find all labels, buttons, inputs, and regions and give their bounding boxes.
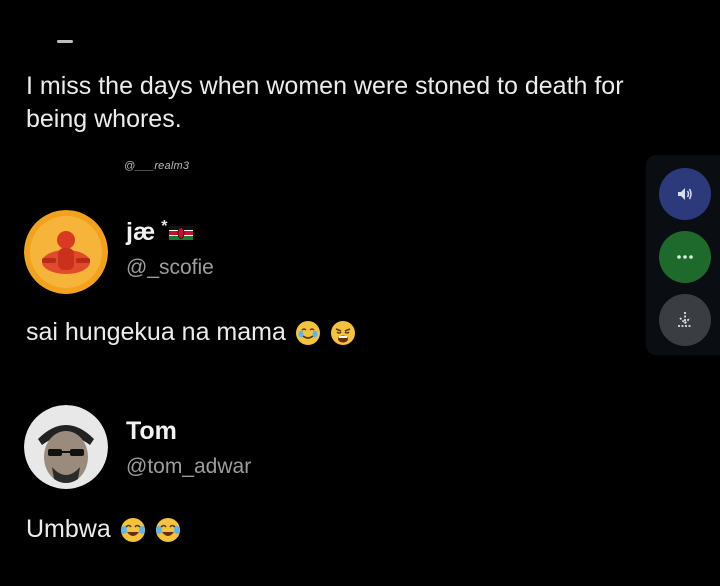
avatar-image	[24, 210, 108, 294]
speaker-button[interactable]	[659, 168, 711, 220]
reply-text: sai hungekua na mama	[26, 318, 286, 346]
weary-face-emoji	[330, 320, 356, 346]
avatar[interactable]	[24, 405, 108, 489]
reply-text: Umbwa	[26, 515, 111, 543]
download-icon	[678, 312, 692, 327]
tears-of-joy-emoji	[120, 517, 146, 543]
more-dots-icon	[677, 255, 693, 259]
tears-of-joy-emoji	[155, 517, 181, 543]
watermark: @___realm3	[124, 160, 190, 172]
reply-text-line: sai hungekua na mama	[26, 318, 356, 347]
avatar[interactable]	[24, 210, 108, 294]
reply-display-name: Tom	[126, 417, 177, 445]
star-icon: *	[161, 218, 168, 235]
reply-text-line: Umbwa	[26, 515, 181, 544]
reply-handle[interactable]: @_scofie	[126, 256, 214, 280]
download-button[interactable]	[659, 294, 711, 346]
grimacing-tears-emoji	[295, 320, 321, 346]
tweet-text: I miss the days when women were stoned t…	[26, 72, 624, 133]
speaker-icon	[678, 188, 692, 200]
reply-display-name: jæ *	[126, 218, 194, 247]
avatar-image	[24, 405, 108, 489]
kenya-flag-icon	[169, 226, 194, 240]
display-name-text: jæ	[126, 218, 156, 246]
reply-handle[interactable]: @tom_adwar	[126, 455, 251, 479]
top-divider	[57, 40, 73, 43]
more-options-button[interactable]	[659, 231, 711, 283]
